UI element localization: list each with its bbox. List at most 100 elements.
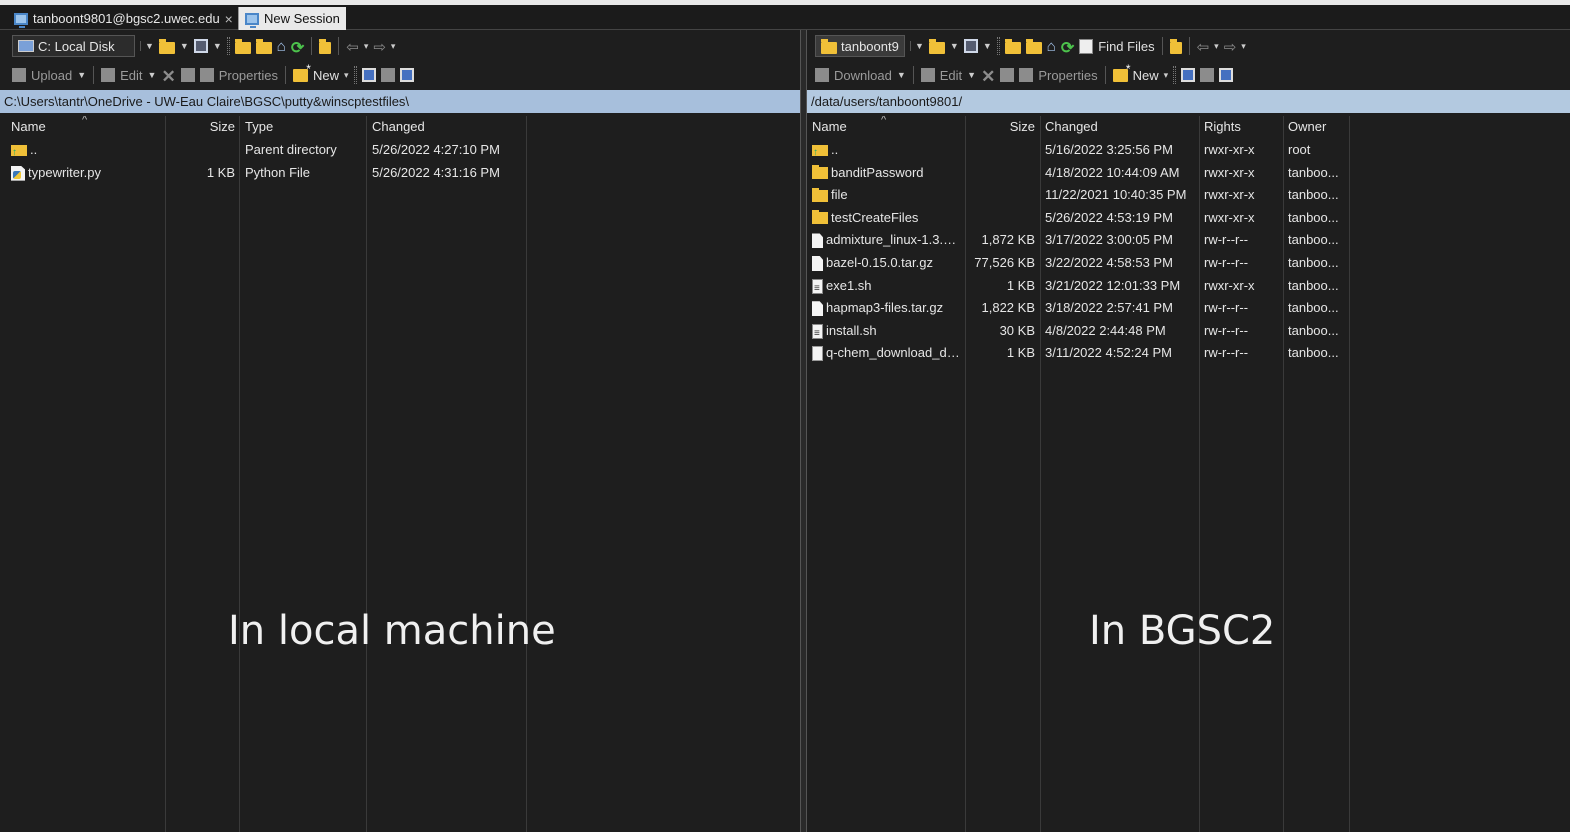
toolbar-grip[interactable] [1173,66,1177,84]
toolbar-grip[interactable] [226,37,230,55]
filter-icon[interactable] [193,39,208,53]
toolbar-grip[interactable] [996,37,1000,55]
column-header-changed[interactable]: Changed [1040,116,1199,138]
local-path-bar[interactable]: C:\Users\tantr\OneDrive - UW-Eau Claire\… [0,90,802,113]
chevron-down-icon[interactable]: ▼ [950,41,959,51]
upload-icon[interactable] [12,68,26,82]
column-header-name[interactable]: Name ^ [807,116,965,138]
refresh-icon[interactable]: ⟳ [1061,38,1074,57]
open-folder-icon[interactable] [928,38,945,54]
chevron-down-icon[interactable]: ▼ [140,41,154,51]
file-owner: tanboo... [1288,254,1339,270]
parent-directory-icon[interactable] [1004,38,1021,54]
tab-new-session[interactable]: New Session [238,7,346,30]
chevron-down-icon[interactable]: ▾ [1214,41,1219,52]
column-header-changed[interactable]: Changed [367,116,527,138]
table-row[interactable]: admixture_linux-1.3.0.t... 1,872 KB 3/17/2… [807,229,1570,252]
table-row[interactable]: .. 5/16/2022 3:25:56 PM rwxr-xr-x root [807,139,1570,162]
back-arrow-icon[interactable]: ⇦ [1197,38,1210,56]
table-row[interactable]: banditPassword 4/18/2022 10:44:09 AM rwxr-… [807,162,1570,185]
chevron-down-icon[interactable]: ▾ [344,70,349,81]
remote-path-bar[interactable]: /data/users/tanboont9801/ [807,90,1570,113]
edit-icon[interactable] [101,68,116,82]
table-row[interactable]: typewriter.py 1 KB Python File 5/26/2022… [0,162,802,185]
parent-directory-icon[interactable] [234,38,251,54]
table-row[interactable]: .. Parent directory 5/26/2022 4:27:10 PM [0,139,802,162]
new-session-icon [245,12,259,28]
drive-label: C: Local Disk [38,38,115,54]
properties-icon[interactable] [1019,68,1034,82]
chevron-down-icon[interactable]: ▼ [967,70,976,80]
chevron-down-icon[interactable]: ▼ [213,41,222,51]
chevron-down-icon[interactable]: ▾ [364,41,369,52]
toolbar-grip[interactable] [353,66,357,84]
select-all-icon[interactable] [1181,68,1196,82]
table-row[interactable]: bazel-0.15.0.tar.gz 77,526 KB 3/22/2022 4:… [807,252,1570,275]
chevron-down-icon[interactable]: ▼ [910,41,924,51]
forward-arrow-icon[interactable]: ⇨ [1224,38,1237,56]
parent-folder-icon [812,142,828,162]
edit-button[interactable]: Edit [120,68,142,83]
find-files-icon[interactable] [1079,38,1094,54]
home-icon[interactable]: ⌂ [1047,38,1056,55]
chevron-down-icon[interactable]: ▾ [1241,41,1246,52]
chevron-down-icon[interactable]: ▼ [897,70,906,80]
filter-selection-icon[interactable] [399,68,414,82]
parent-folder-icon [11,142,27,162]
table-row[interactable]: file 11/22/2021 10:40:35 PM rwxr-xr-x tanbo… [807,184,1570,207]
find-files-button[interactable]: Find Files [1098,39,1154,54]
remote-directory-selector[interactable]: tanboont9 [815,35,905,57]
select-all-icon[interactable] [361,68,376,82]
forward-arrow-icon[interactable]: ⇨ [373,38,386,56]
table-row[interactable]: hapmap3-files.tar.gz 1,822 KB 3/18/2022 2:… [807,297,1570,320]
column-header-owner[interactable]: Owner [1283,116,1349,138]
properties-button[interactable]: Properties [219,68,278,83]
column-header-type[interactable]: Type [240,116,367,138]
column-header-size[interactable]: Size [965,116,1040,138]
chevron-down-icon[interactable]: ▾ [1164,70,1169,81]
sync-browsing-icon[interactable] [319,38,332,54]
properties-button[interactable]: Properties [1038,68,1097,83]
new-button[interactable]: New [1133,68,1159,83]
sync-browsing-icon[interactable] [1169,38,1182,54]
open-folder-icon[interactable] [158,38,175,54]
root-directory-icon[interactable] [1025,38,1042,54]
delete-icon[interactable]: ✕ [161,67,175,86]
chevron-down-icon[interactable]: ▼ [77,70,86,80]
table-row[interactable]: install.sh 30 KB 4/8/2022 2:44:48 PM rw-r--… [807,320,1570,342]
new-folder-icon[interactable] [292,62,311,82]
local-drive-selector[interactable]: C: Local Disk [12,35,135,57]
panel-splitter[interactable] [800,30,807,832]
chevron-down-icon[interactable]: ▼ [180,41,189,51]
download-button[interactable]: Download [834,68,892,83]
column-header-name[interactable]: Name ^ [6,116,161,138]
download-icon[interactable] [815,68,829,82]
chevron-down-icon[interactable]: ▼ [148,70,157,80]
edit-button[interactable]: Edit [940,68,962,83]
chevron-down-icon[interactable]: ▾ [391,41,396,52]
tab-session-bgsc2[interactable]: tanboont9801@bgsc2.uwec.edu × [8,7,239,30]
new-button[interactable]: New [313,68,339,83]
properties-icon[interactable] [199,68,214,82]
upload-button[interactable]: Upload [31,68,72,83]
refresh-icon[interactable]: ⟳ [291,38,304,57]
column-header-rights[interactable]: Rights [1199,116,1283,138]
back-arrow-icon[interactable]: ⇦ [346,38,359,56]
table-row[interactable]: exe1.sh 1 KB 3/21/2022 12:01:33 PM rwxr-xr-… [807,275,1570,297]
table-row[interactable]: q-chem_download_do... 1 KB 3/11/2022 4:52:… [807,342,1570,365]
rename-icon[interactable] [180,68,195,82]
root-directory-icon[interactable] [255,38,272,54]
unselect-all-icon[interactable] [380,68,395,82]
chevron-down-icon[interactable]: ▼ [983,41,992,51]
delete-icon[interactable]: ✕ [981,67,995,86]
table-row[interactable]: testCreateFiles 5/26/2022 4:53:19 PM rwxr-… [807,207,1570,230]
filter-selection-icon[interactable] [1219,68,1234,82]
close-tab-icon[interactable]: × [225,11,233,27]
edit-icon[interactable] [920,68,935,82]
column-header-size[interactable]: Size [166,116,240,138]
unselect-all-icon[interactable] [1200,68,1215,82]
new-folder-icon[interactable] [1112,62,1131,82]
home-icon[interactable]: ⌂ [277,38,286,55]
rename-icon[interactable] [1000,68,1015,82]
filter-icon[interactable] [963,39,978,53]
